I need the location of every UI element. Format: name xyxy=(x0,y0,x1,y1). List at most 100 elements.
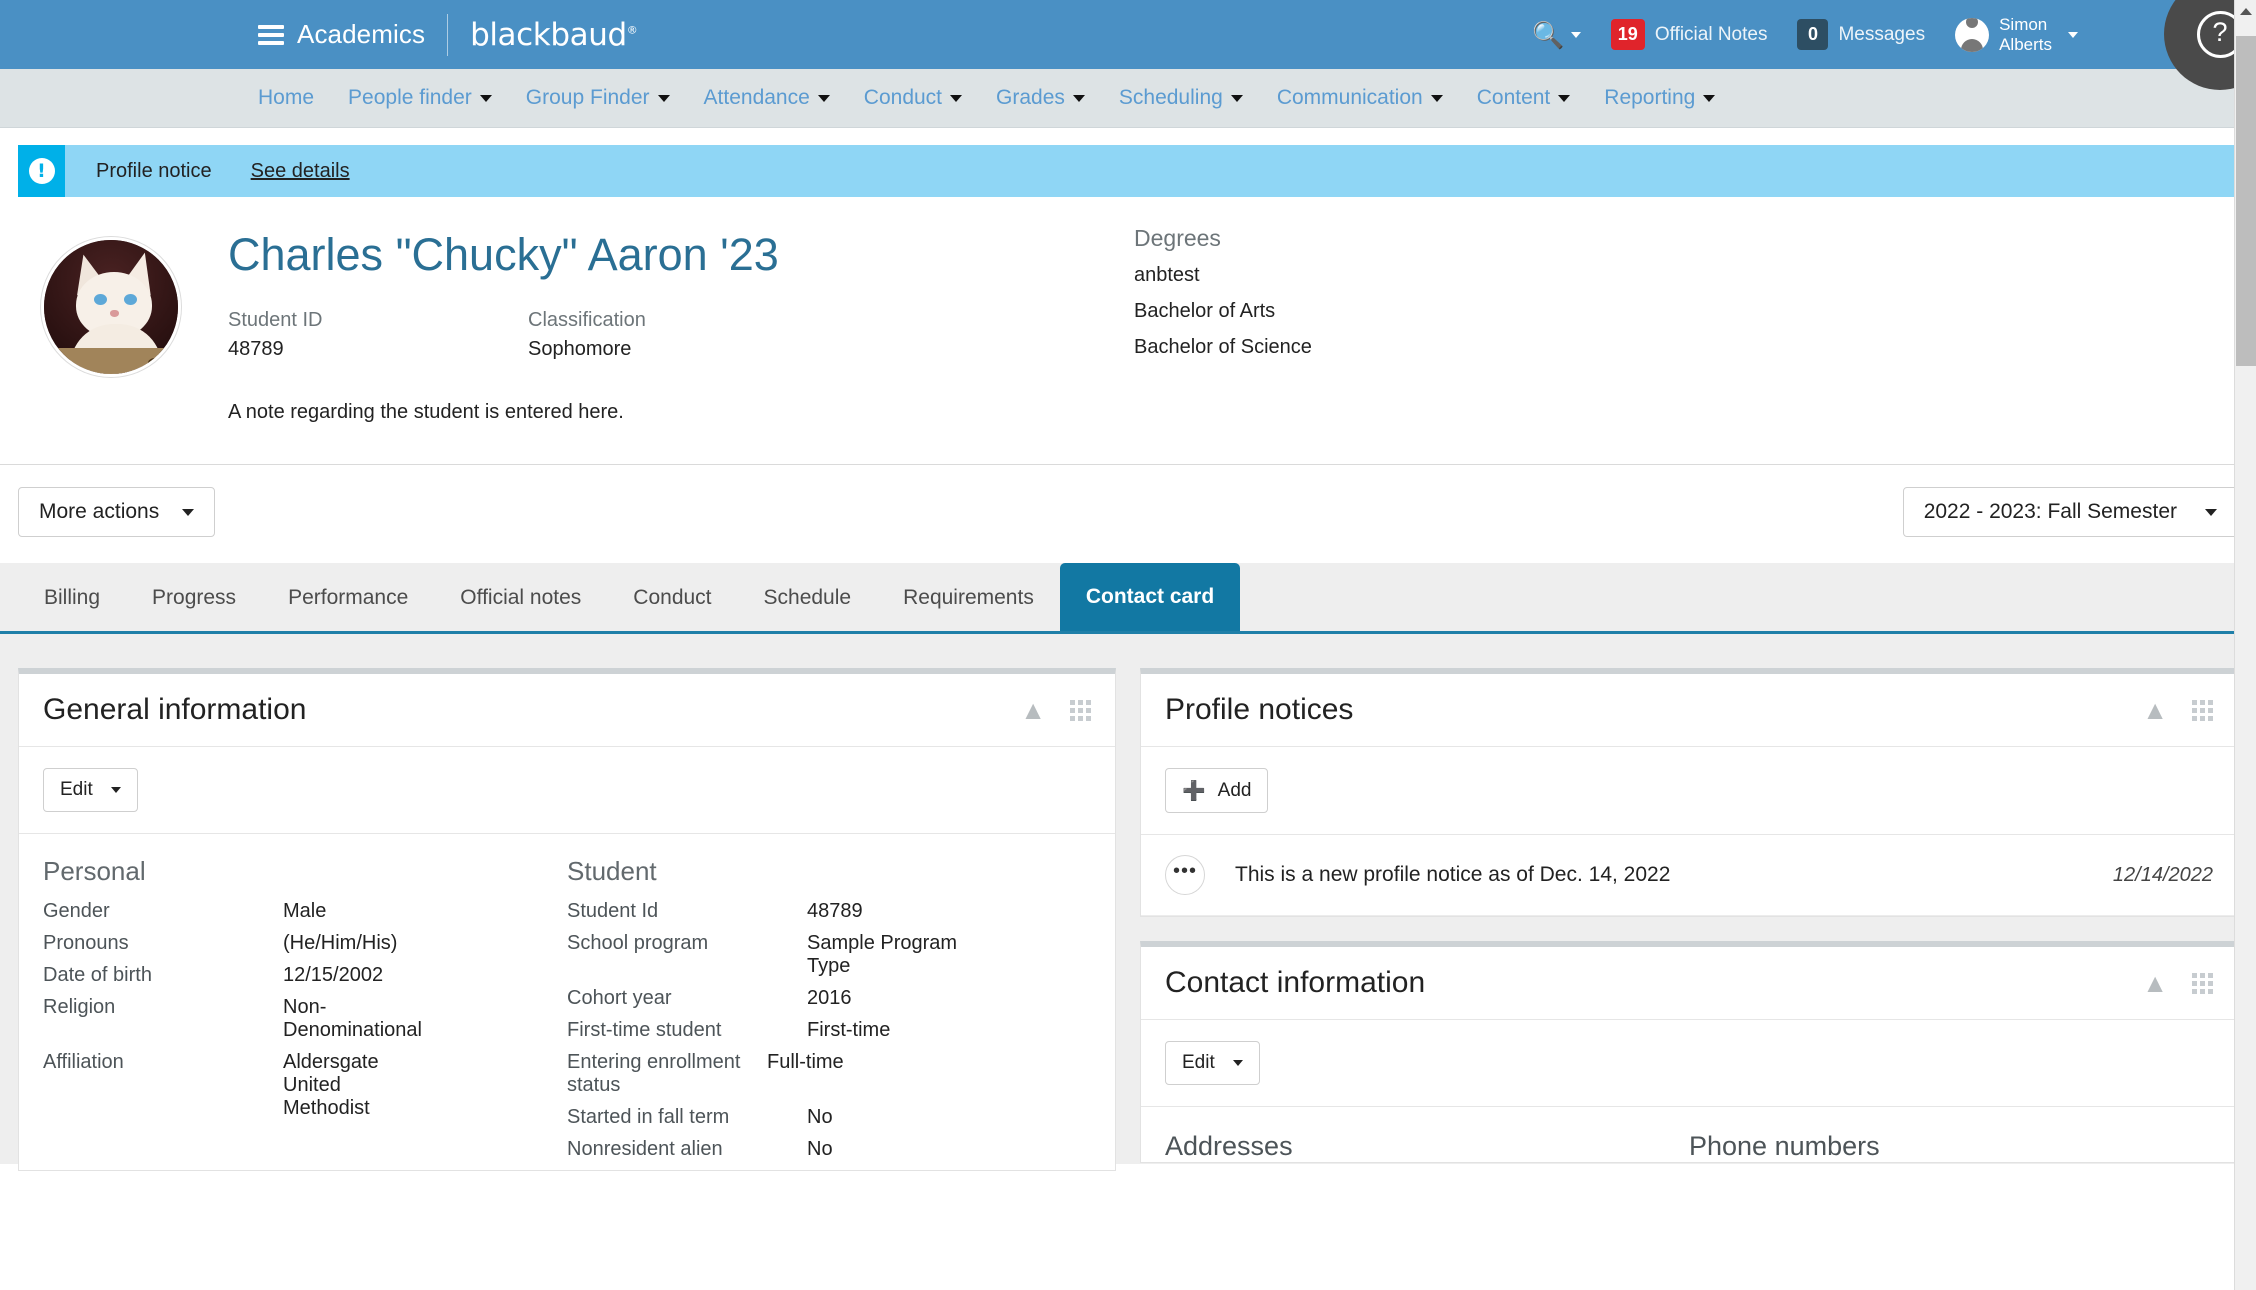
chevron-down-icon xyxy=(110,787,121,794)
contact-information-card: Contact information ▲ Edit Addresses Pho… xyxy=(1140,941,2238,1164)
messages-button[interactable]: 0 Messages xyxy=(1797,19,1925,50)
nav-item-group-finder[interactable]: Group Finder xyxy=(526,86,670,110)
user-last-name: Alberts xyxy=(1999,34,2052,54)
notice-icon-container: ! xyxy=(18,145,65,197)
nav-item-communication[interactable]: Communication xyxy=(1277,86,1443,110)
profile-notices-toolbar: ➕ Add xyxy=(1141,747,2237,836)
chevron-up-icon[interactable]: ▲ xyxy=(2142,697,2168,723)
tab-conduct[interactable]: Conduct xyxy=(607,565,737,631)
more-actions-button[interactable]: More actions xyxy=(18,487,216,538)
field-value: First-time xyxy=(807,1019,891,1042)
field-row: Gender Male xyxy=(43,900,555,923)
tab-requirements[interactable]: Requirements xyxy=(877,565,1060,631)
see-details-link[interactable]: See details xyxy=(251,160,350,183)
addresses-heading: Addresses xyxy=(1165,1131,1293,1162)
triangle-up-icon xyxy=(2239,7,2252,15)
field-row: Religion Non-Denominational xyxy=(43,996,555,1042)
field-value: 12/15/2002 xyxy=(283,964,384,987)
classification-field: Classification Sophomore xyxy=(528,309,828,361)
card-header-controls: ▲ xyxy=(2142,970,2213,996)
nav-item-attendance[interactable]: Attendance xyxy=(704,86,830,110)
add-profile-notice-button[interactable]: ➕ Add xyxy=(1165,768,1269,814)
nav-item-home[interactable]: Home xyxy=(258,86,314,110)
official-notes-button[interactable]: 19 Official Notes xyxy=(1610,19,1767,50)
action-toolbar: More actions 2022 - 2023: Fall Semester xyxy=(0,464,2256,538)
grid-icon[interactable] xyxy=(1070,699,1091,721)
student-photo-cat[interactable] xyxy=(41,237,181,377)
chevron-down-icon xyxy=(950,94,963,102)
term-selector[interactable]: 2022 - 2023: Fall Semester xyxy=(1902,487,2238,538)
field-key: Religion xyxy=(43,996,116,1019)
field-value: Full-time xyxy=(767,1051,844,1074)
grid-icon[interactable] xyxy=(2192,699,2213,721)
user-first-name: Simon xyxy=(1999,14,2048,34)
chevron-up-icon[interactable]: ▲ xyxy=(1020,697,1046,723)
tab-progress[interactable]: Progress xyxy=(126,565,262,631)
contact-information-header: Contact information ▲ xyxy=(1141,947,2237,1021)
student-id-label: Student ID xyxy=(228,309,323,332)
add-label: Add xyxy=(1217,779,1252,801)
nav-label: Attendance xyxy=(703,86,810,109)
hamburger-icon[interactable] xyxy=(258,24,284,45)
content-area: General information ▲ Edit Personal Gend… xyxy=(0,634,2256,1172)
page-scrollbar[interactable] xyxy=(2234,0,2256,1290)
field-key: Nonresident alien xyxy=(567,1138,723,1161)
nav-item-people-finder[interactable]: People finder xyxy=(348,86,492,110)
field-value: Male xyxy=(283,900,327,923)
nav-label: Content xyxy=(1476,86,1551,109)
scroll-up-button[interactable] xyxy=(2235,0,2256,22)
scrollbar-thumb[interactable] xyxy=(2236,36,2256,366)
tab-schedule[interactable]: Schedule xyxy=(738,565,878,631)
user-menu-button[interactable]: Simon Alberts xyxy=(1955,15,2078,55)
grid-icon[interactable] xyxy=(2192,972,2213,994)
chevron-down-icon xyxy=(1558,94,1571,102)
tab-billing[interactable]: Billing xyxy=(18,565,126,631)
messages-label: Messages xyxy=(1838,23,1926,45)
notice-banner-body: Profile notice See details xyxy=(65,145,350,197)
nav-label: People finder xyxy=(348,86,472,109)
nav-item-conduct[interactable]: Conduct xyxy=(863,86,963,110)
edit-general-information-button[interactable]: Edit xyxy=(43,768,138,813)
chevron-down-icon xyxy=(182,508,195,516)
main-navigation: Home People finder Group Finder Attendan… xyxy=(0,69,2256,128)
right-column: Profile notices ▲ ➕ Add ••• This is a ne… xyxy=(1140,668,2238,1164)
top-header-bar: Academics blackbaud® 🔍 19 Official Notes… xyxy=(0,0,2256,90)
profile-notice-date: 12/14/2022 xyxy=(2112,863,2213,886)
field-value: No xyxy=(807,1106,833,1129)
chevron-down-icon xyxy=(1230,94,1243,102)
tab-contact-card[interactable]: Contact card xyxy=(1059,563,1241,632)
nav-item-reporting[interactable]: Reporting xyxy=(1604,86,1716,110)
tab-official-notes[interactable]: Official notes xyxy=(434,565,607,631)
field-row: Date of birth 12/15/2002 xyxy=(43,964,555,987)
nav-item-grades[interactable]: Grades xyxy=(996,86,1085,110)
ellipsis-icon[interactable]: ••• xyxy=(1165,855,1205,896)
search-button[interactable]: 🔍 xyxy=(1532,22,1581,48)
field-key: Affiliation xyxy=(43,1051,124,1074)
general-information-header: General information ▲ xyxy=(19,674,1115,748)
notice-banner-title: Profile notice xyxy=(96,159,212,182)
nav-label: Group Finder xyxy=(525,86,650,109)
app-viewport: Academics blackbaud® 🔍 19 Official Notes… xyxy=(0,0,2256,1290)
student-note: A note regarding the student is entered … xyxy=(228,401,624,424)
app-name-label[interactable]: Academics xyxy=(297,19,425,50)
nav-item-scheduling[interactable]: Scheduling xyxy=(1119,86,1243,110)
edit-contact-information-button[interactable]: Edit xyxy=(1165,1041,1260,1086)
profile-notice-text: This is a new profile notice as of Dec. … xyxy=(1235,863,1671,887)
nav-item-content[interactable]: Content xyxy=(1477,86,1571,110)
profile-notices-card: Profile notices ▲ ➕ Add ••• This is a ne… xyxy=(1140,668,2238,918)
field-key: Entering enrollment status xyxy=(567,1051,741,1097)
field-value: 2016 xyxy=(807,987,852,1010)
chevron-up-icon[interactable]: ▲ xyxy=(2142,970,2168,996)
field-row: Started in fall term No xyxy=(567,1106,1079,1129)
student-id-value: 48789 xyxy=(228,338,284,361)
general-information-title: General information xyxy=(43,693,307,727)
profile-notice-row: ••• This is a new profile notice as of D… xyxy=(1141,835,2237,917)
tab-performance[interactable]: Performance xyxy=(262,565,434,631)
chevron-down-icon xyxy=(817,94,830,102)
field-key: Pronouns xyxy=(43,932,129,955)
student-id-field: Student ID 48789 xyxy=(228,309,528,361)
field-row: Nonresident alien No xyxy=(567,1138,1079,1161)
student-header: Charles "Chucky" Aaron '23 Student ID 48… xyxy=(0,197,2256,424)
edit-label: Edit xyxy=(60,779,93,801)
nav-label: Conduct xyxy=(863,86,943,109)
